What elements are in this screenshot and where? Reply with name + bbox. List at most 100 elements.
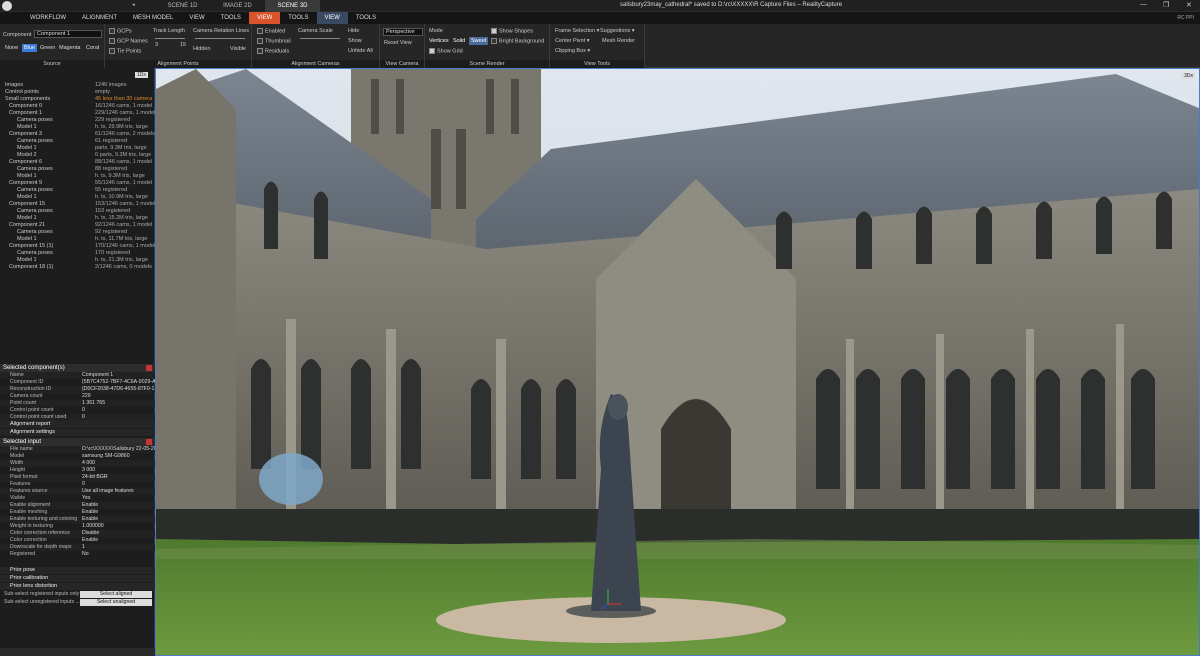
thumbnail-checkbox[interactable] <box>257 38 263 44</box>
tree-row[interactable]: Camera poses 55 registered <box>3 187 153 194</box>
tree-row[interactable]: Camera poses 92 registered <box>3 229 153 236</box>
property-row[interactable]: Model samsung SM-G9860 <box>0 453 155 460</box>
tree-row[interactable]: Camera poses 88 registered <box>3 166 153 173</box>
color-coral-button[interactable]: Coral <box>84 44 101 52</box>
tree-row[interactable]: Model 1 h. ts, 21.3M tris, large <box>3 257 153 264</box>
mesh-render-button[interactable]: Mesh Render <box>602 38 635 44</box>
menu-tools[interactable]: TOOLS <box>213 12 249 24</box>
tree-row[interactable]: Model 2 0 parts, 9.3M tris, large <box>3 152 153 159</box>
tree-row[interactable]: Component 1 229/1246 cams, 1 model <box>3 110 155 117</box>
tree-row[interactable]: Camera poses 170 registered <box>3 250 153 257</box>
prior-pose-section[interactable]: Prior pose <box>0 567 155 574</box>
property-row[interactable]: Registered No <box>0 551 155 558</box>
gcps-checkbox[interactable] <box>109 28 115 34</box>
tree-row[interactable]: Images 1246 images <box>3 82 153 89</box>
property-row[interactable]: Name Component 1 <box>0 372 155 379</box>
property-row[interactable]: Point count 1 361 765 <box>0 400 155 407</box>
close-icon[interactable] <box>146 439 152 445</box>
property-row[interactable]: Component ID {5B7C4752-7BF7-4C6A-9029-A..… <box>0 379 155 386</box>
tree-row[interactable]: Model 1 h. ts, 11.7M tris, large <box>3 236 153 243</box>
close-icon[interactable] <box>146 365 152 371</box>
property-row[interactable]: Enable alignment Enable <box>0 502 155 509</box>
tree-row[interactable]: Component 18 (1) 2/1246 cams, 0 models <box>3 264 153 271</box>
tree-row[interactable]: Small components 45 less than 30 camera <box>3 96 153 103</box>
show-grid-checkbox[interactable] <box>429 48 435 54</box>
thumbnail-toggle[interactable]: Thumbnail <box>257 38 291 44</box>
left-panel-scrollbar[interactable] <box>0 648 155 656</box>
solid-button[interactable]: Solid <box>453 38 465 44</box>
property-row[interactable]: Enable texturing and coloring Enable <box>0 516 155 523</box>
hide-button[interactable]: Hide <box>348 28 359 34</box>
tree-row[interactable]: Model 1 h. ts, 29.9M tris, large <box>3 124 153 131</box>
tree-row[interactable]: Component 3 61/1246 cams, 2 models <box>3 131 155 138</box>
minimize-icon[interactable]: — <box>1140 1 1147 8</box>
property-row[interactable]: Height 3 000 <box>0 467 155 474</box>
suggestions-button[interactable]: Suggestions ▾ <box>600 28 635 34</box>
track-length-slider[interactable] <box>155 38 185 39</box>
residuals-toggle[interactable]: Residuals <box>257 48 289 54</box>
tab-image-2d[interactable]: IMAGE 2D <box>210 0 265 12</box>
camera-scale-slider[interactable] <box>300 38 340 39</box>
property-row[interactable]: File name D:\rc\XXXXX\Salisbury 22-05-20.… <box>0 446 155 453</box>
tab-scene-3d[interactable]: SCENE 3D <box>265 0 320 12</box>
alignment-report-section[interactable]: Alignment report <box>0 421 155 428</box>
gcp-names-checkbox[interactable] <box>109 38 115 44</box>
tree-row[interactable]: Camera poses 153 registered <box>3 208 153 215</box>
color-magenta-button[interactable]: Magenta <box>57 44 82 52</box>
quick-access-arrow-icon[interactable]: ◂ <box>132 2 135 8</box>
property-row[interactable]: Control point count used 0 <box>0 414 155 421</box>
show-shapes-checkbox[interactable] <box>491 28 497 34</box>
tree-row[interactable]: Camera poses 61 registered <box>3 138 153 145</box>
enabled-checkbox[interactable] <box>257 28 263 34</box>
show-grid-toggle[interactable]: Show Grid <box>429 48 463 54</box>
color-none-button[interactable]: None <box>3 44 20 52</box>
property-row[interactable]: Features 0 <box>0 481 155 488</box>
menu-workflow[interactable]: WORKFLOW <box>22 12 74 24</box>
close-icon[interactable]: ✕ <box>1186 1 1192 9</box>
sweet-button[interactable]: Sweet <box>469 37 489 45</box>
color-green-button[interactable]: Green <box>38 44 57 52</box>
scene-3d-viewport[interactable]: 3Dx <box>155 68 1200 656</box>
show-shapes-toggle[interactable]: Show Shapes <box>491 28 533 34</box>
menu-mesh-model[interactable]: MESH MODEL <box>125 12 181 24</box>
tree-row[interactable]: Component 9 55/1246 cams, 1 model <box>3 180 153 187</box>
tree-row[interactable]: Model 1 h. ts, 9.3M tris, large <box>3 173 153 180</box>
clipping-box-button[interactable]: Clipping Box ▾ <box>555 48 590 54</box>
gcp-names-toggle[interactable]: GCP Names <box>109 38 148 44</box>
prior-calibration-section[interactable]: Prior calibration <box>0 575 155 582</box>
color-blue-button[interactable]: Blue <box>22 44 38 52</box>
tree-row[interactable]: Component 0 16/1246 cams, 1 model <box>3 103 153 110</box>
menu-alignment[interactable]: ALIGNMENT <box>74 12 125 24</box>
residuals-checkbox[interactable] <box>257 48 263 54</box>
property-row[interactable]: Camera count 229 <box>0 393 155 400</box>
tree-row[interactable]: Control points empty <box>3 89 153 96</box>
tie-points-toggle[interactable]: Tie Points <box>109 48 141 54</box>
reset-view-button[interactable]: Reset View <box>384 40 412 46</box>
tree-row[interactable]: Model 1 h. ts, 10.9M tris, large <box>3 194 153 201</box>
tree-row[interactable]: Component 21 92/1246 cams, 1 model <box>3 222 153 229</box>
property-row[interactable]: Width 4 000 <box>0 460 155 467</box>
unhide-all-button[interactable]: Unhide All <box>348 48 373 54</box>
tree-row[interactable]: Model 1 h. ts, 15.2M tris, large <box>3 215 153 222</box>
enabled-toggle[interactable]: Enabled <box>257 28 285 34</box>
property-row[interactable]: Enable meshing Enable <box>0 509 155 516</box>
menu-tools-1d[interactable]: TOOLS <box>280 12 316 24</box>
alignment-settings-section[interactable]: Alignment settings <box>0 429 155 436</box>
property-row[interactable]: Reconstruction ID {D0CF2038-47D6-4655-87F… <box>0 386 155 393</box>
tree-row[interactable]: Model 1 parts, 9.3M tris, large <box>3 145 153 152</box>
vertices-button[interactable]: Vertices <box>429 38 449 44</box>
bright-background-toggle[interactable]: Bright Background <box>491 38 544 44</box>
projection-select[interactable]: Perspective <box>383 28 423 36</box>
camera-relation-slider[interactable] <box>195 38 245 39</box>
bright-background-checkbox[interactable] <box>491 38 497 44</box>
tree-row[interactable]: Component 6 88/1246 cams, 1 model <box>3 159 153 166</box>
tie-points-checkbox[interactable] <box>109 48 115 54</box>
property-row[interactable]: Color correction reference Disable <box>0 530 155 537</box>
menu-view-1d[interactable]: VIEW <box>248 12 281 24</box>
component-select[interactable]: Component 1 <box>34 30 102 38</box>
show-button[interactable]: Show <box>348 38 362 44</box>
tree-row[interactable]: Camera poses 229 registered <box>3 117 153 124</box>
tree-row[interactable]: Component 15 153/1246 cams, 1 model <box>3 201 155 208</box>
menu-tools-3d[interactable]: TOOLS <box>348 12 384 24</box>
property-row[interactable]: Pixel format 24-bit BGR <box>0 474 155 481</box>
